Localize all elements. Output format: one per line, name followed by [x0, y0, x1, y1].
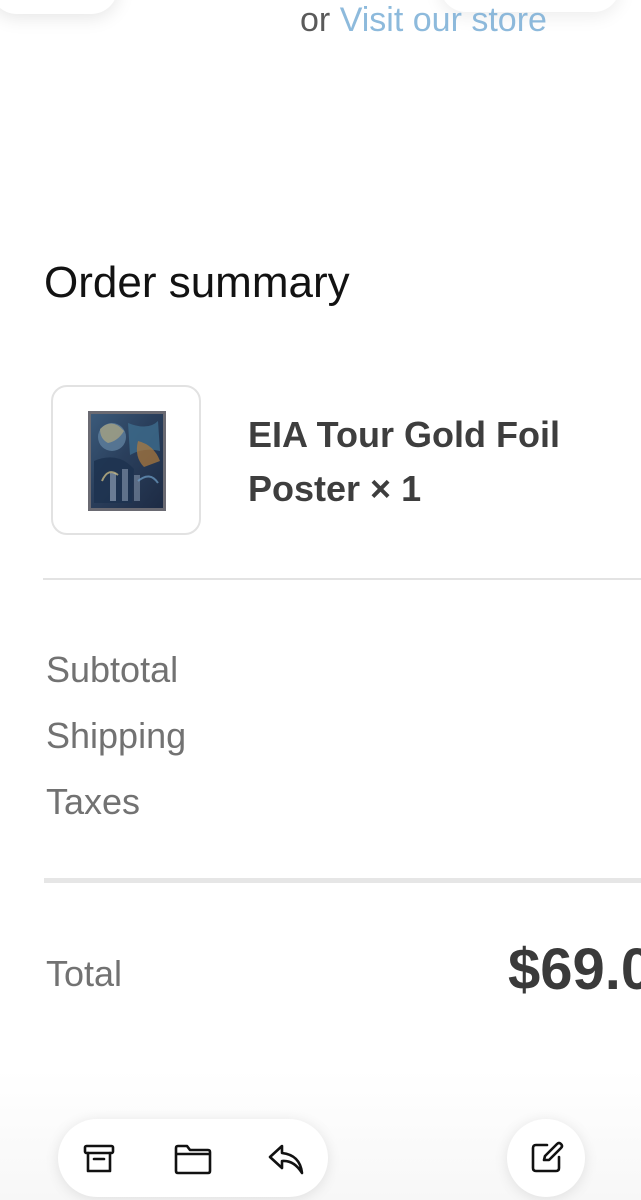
reply-button[interactable]: [261, 1134, 311, 1184]
order-summary-title: Order summary: [44, 258, 350, 307]
item-divider: [43, 578, 641, 580]
product-name: EIA Tour Gold Foil Poster × 1: [248, 414, 560, 509]
compose-icon: [531, 1141, 564, 1173]
shipping-label: Shipping: [46, 715, 187, 756]
poster-artwork-image: [88, 411, 166, 511]
total-divider: [44, 878, 641, 883]
total-label: Total: [46, 953, 123, 994]
compose-button[interactable]: [507, 1119, 585, 1197]
move-to-folder-button[interactable]: [168, 1134, 218, 1184]
store-link-line: or Visit our store: [300, 0, 547, 42]
taxes-label: Taxes: [46, 781, 141, 822]
top-left-button[interactable]: [0, 0, 118, 14]
visit-store-link[interactable]: Visit our store: [340, 1, 547, 39]
folder-icon: [174, 1144, 212, 1175]
archive-button[interactable]: [74, 1134, 124, 1184]
product-thumbnail: [51, 385, 201, 535]
total-amount: $69.0: [508, 937, 641, 1002]
or-text: or: [300, 1, 331, 39]
archive-icon: [83, 1144, 115, 1173]
reply-icon: [268, 1144, 304, 1175]
subtotal-label: Subtotal: [46, 649, 179, 690]
